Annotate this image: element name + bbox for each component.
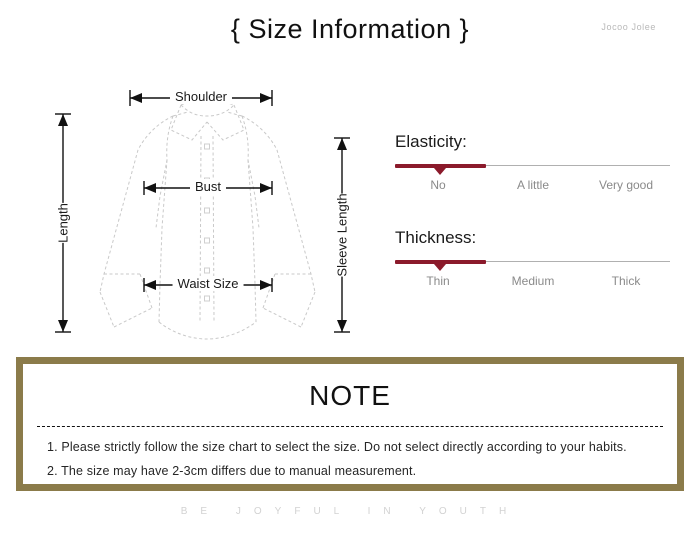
elasticity-selected-marker-icon [434, 168, 446, 175]
note-item-1: 1. Please strictly follow the size chart… [47, 440, 627, 454]
elasticity-scale: Elasticity: No A little Very good [395, 132, 680, 196]
note-box-inner: NOTE 1. Please strictly follow the size … [23, 364, 677, 484]
thickness-option-medium[interactable]: Medium [512, 274, 555, 288]
thickness-options: Thin Medium Thick [395, 274, 670, 292]
dimension-label-waist-size: Waist Size [172, 276, 244, 291]
shirt-illustration-svg [55, 90, 350, 340]
thickness-scale-track[interactable] [395, 260, 670, 271]
measurement-arrows-group [55, 90, 350, 333]
note-item-2: 2. The size may have 2-3cm differs due t… [47, 464, 417, 478]
arrow-heads-group [58, 93, 347, 332]
dimension-label-sleeve-length: Sleeve Length [330, 193, 354, 277]
elasticity-scale-title: Elasticity: [395, 132, 467, 151]
page-title: { Size Information } [230, 14, 470, 44]
thickness-scale-title: Thickness: [395, 228, 477, 247]
elasticity-scale-track[interactable] [395, 164, 670, 175]
shirt-measurement-diagram: Shoulder Bust Waist Size Length Sleeve L… [40, 78, 375, 348]
note-box: NOTE 1. Please strictly follow the size … [16, 357, 684, 491]
brand-logo-text: Jocoo Jolee [601, 22, 656, 32]
shirt-outline-group [99, 99, 316, 340]
note-divider [37, 426, 663, 427]
thickness-option-thick[interactable]: Thick [612, 274, 641, 288]
size-information-page: { Size Information } Jocoo Jolee Shoulde… [0, 0, 700, 540]
elasticity-option-a-little[interactable]: A little [517, 178, 549, 192]
dimension-label-length: Length [51, 203, 75, 243]
thickness-selected-marker-icon [434, 264, 446, 271]
elasticity-option-no[interactable]: No [430, 178, 445, 192]
thickness-scale: Thickness: Thin Medium Thick [395, 228, 680, 292]
elasticity-options: No A little Very good [395, 178, 670, 196]
elasticity-option-very-good[interactable]: Very good [599, 178, 653, 192]
note-heading: NOTE [309, 380, 391, 411]
dimension-label-shoulder: Shoulder [169, 89, 233, 104]
thickness-option-thin[interactable]: Thin [426, 274, 449, 288]
footer-tagline: BE JOYFUL IN YOUTH [180, 506, 520, 517]
dimension-label-bust: Bust [189, 179, 227, 194]
